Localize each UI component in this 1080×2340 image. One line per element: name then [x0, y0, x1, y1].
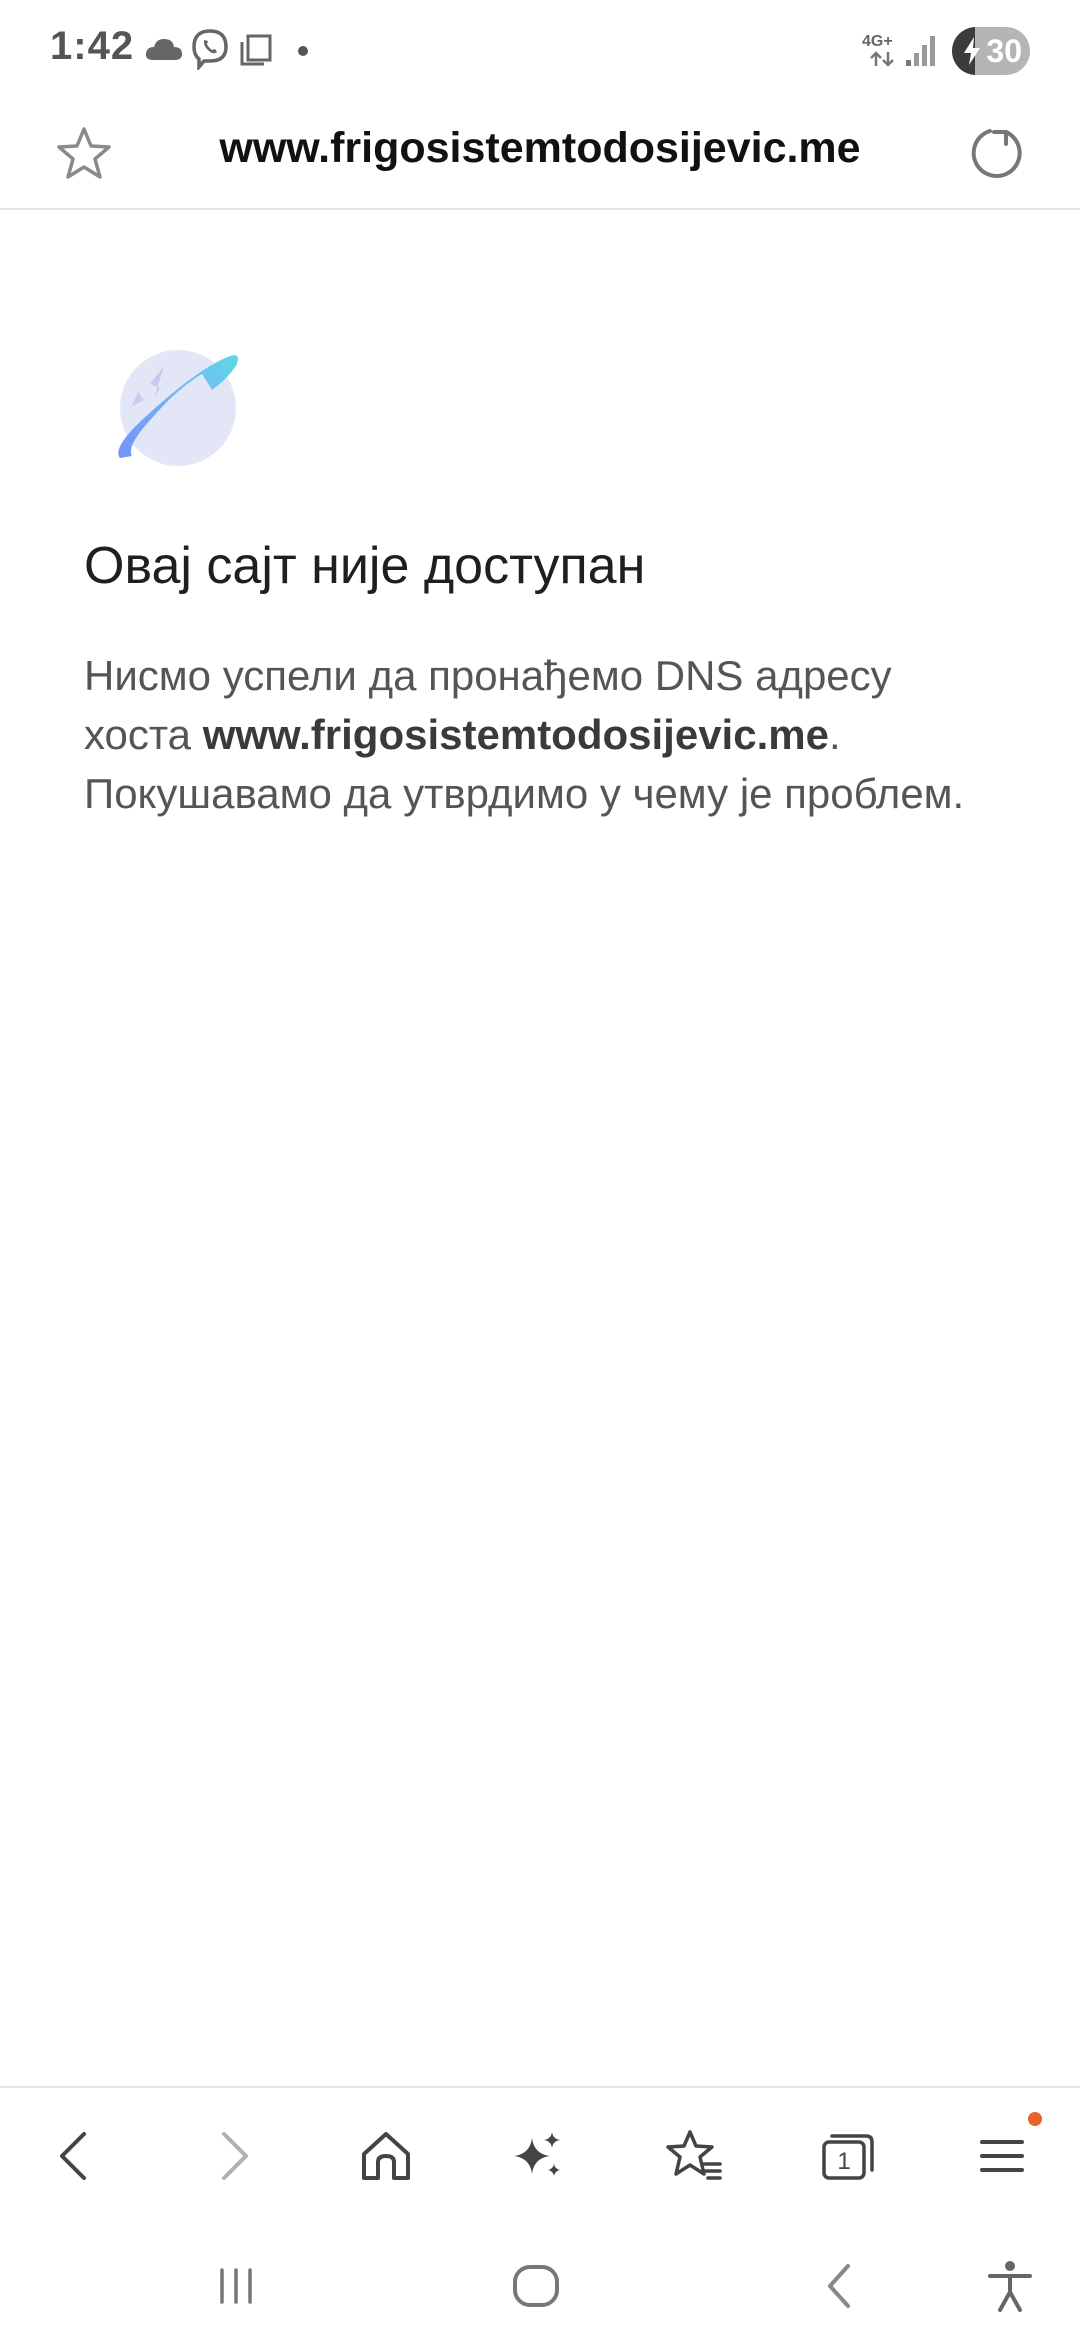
reload-icon[interactable]: [964, 120, 1028, 184]
menu-button[interactable]: [970, 2124, 1034, 2188]
home-icon: [362, 2132, 410, 2180]
back-chevron-icon[interactable]: [810, 2256, 870, 2316]
ai-assist-button[interactable]: [506, 2124, 570, 2188]
notification-dot: [298, 46, 308, 56]
back-icon: [60, 2132, 86, 2180]
forward-button[interactable]: [200, 2124, 264, 2188]
screen-icon: [240, 34, 272, 66]
browser-toolbar: 1: [0, 2086, 1080, 2216]
battery-level: 30: [986, 33, 1022, 69]
system-nav-bar: [0, 2216, 1080, 2340]
battery-charging-icon: [964, 37, 980, 65]
menu-icon: [980, 2140, 1024, 2172]
bookmark-star-icon[interactable]: [52, 122, 116, 186]
network-type: 4G+: [862, 33, 893, 50]
status-time: 1:42: [50, 24, 135, 68]
back-button[interactable]: [44, 2124, 108, 2188]
error-host: www.frigosistemtodosijevic.me: [202, 711, 829, 758]
viber-icon: [192, 29, 228, 70]
url-field[interactable]: www.frigosistemtodosijevic.me: [130, 124, 950, 173]
tabs-icon: 1: [822, 2134, 874, 2180]
forward-icon: [222, 2132, 248, 2180]
globe-icon: [118, 350, 238, 466]
data-arrows-icon: [870, 51, 894, 67]
address-bar: www.frigosistemtodosijevic.me: [0, 100, 1080, 210]
accessibility-icon[interactable]: [980, 2256, 1040, 2316]
tab-count: 1: [837, 2148, 850, 2175]
signal-icon: [906, 36, 935, 66]
error-message: Нисмо успели да пронађемо DNS адресу хос…: [84, 646, 1004, 823]
recents-icon[interactable]: [206, 2256, 266, 2316]
ai-sparkle-icon: [514, 2132, 560, 2176]
tabs-button[interactable]: 1: [816, 2124, 880, 2188]
bookmarks-icon: [666, 2130, 722, 2180]
bookmarks-button[interactable]: [662, 2124, 726, 2188]
cloud-icon: [145, 39, 182, 60]
error-title: Овај сајт није доступан: [84, 537, 646, 595]
home-button[interactable]: [354, 2124, 418, 2188]
battery-indicator: 30: [952, 27, 1030, 75]
menu-notification-dot: [1028, 2112, 1042, 2126]
home-circle-icon[interactable]: [506, 2256, 566, 2316]
status-bar: 1:42 4G+ 30: [0, 0, 1080, 100]
